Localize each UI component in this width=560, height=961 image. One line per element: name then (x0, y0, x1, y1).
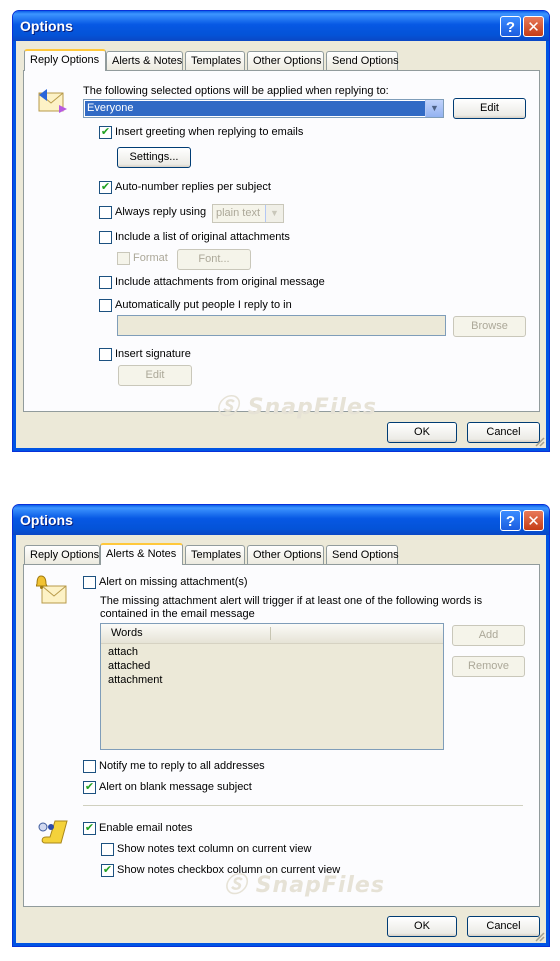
reply-options-panel: The following selected options will be a… (23, 70, 540, 420)
word-item[interactable]: attached (108, 660, 150, 672)
ok-button[interactable]: OK (387, 916, 457, 937)
tab-other-options[interactable]: Other Options (247, 545, 324, 564)
chevron-down-icon: ▼ (265, 205, 283, 222)
snapfiles-watermark: Ⓢ SnapFiles (216, 389, 377, 421)
auto-number-label: Auto-number replies per subject (115, 181, 271, 193)
reply-format-select[interactable]: plain text ▼ (212, 204, 284, 223)
alert-missing-label: Alert on missing attachment(s) (99, 576, 248, 588)
word-item[interactable]: attachment (108, 674, 162, 686)
show-notes-checkbox-checkbox[interactable]: ✔ (101, 864, 114, 877)
alerts-notes-panel: Alert on missing attachment(s) The missi… (23, 564, 540, 907)
browse-button[interactable]: Browse (453, 316, 526, 337)
column-divider[interactable] (270, 627, 271, 640)
auto-number-checkbox[interactable]: ✔ (99, 181, 112, 194)
always-reply-label: Always reply using (115, 206, 207, 218)
tab-send-options[interactable]: Send Options (326, 545, 399, 564)
enable-notes-label: Enable email notes (99, 822, 193, 834)
ok-button[interactable]: OK (387, 422, 457, 443)
recipient-select-value: Everyone (85, 101, 425, 116)
words-list-header[interactable]: Words (101, 624, 443, 644)
add-word-button[interactable]: Add (452, 625, 525, 646)
tab-alerts-notes[interactable]: Alerts & Notes (106, 51, 183, 70)
tab-templates[interactable]: Templates (185, 51, 245, 70)
alert-blank-subject-label: Alert on blank message subject (99, 781, 252, 793)
edit-recipients-button[interactable]: Edit (453, 98, 526, 119)
watermark-text: SnapFiles (255, 873, 385, 898)
show-notes-text-label: Show notes text column on current view (117, 843, 312, 855)
tab-alerts-notes[interactable]: Alerts & Notes (100, 543, 183, 565)
include-list-checkbox[interactable] (99, 231, 112, 244)
format-label: Format (133, 252, 168, 264)
tab-reply-options[interactable]: Reply Options (24, 545, 100, 564)
tab-templates[interactable]: Templates (185, 545, 245, 564)
format-checkbox[interactable] (117, 252, 130, 265)
cancel-button[interactable]: Cancel (467, 422, 540, 443)
intro-text: The following selected options will be a… (83, 85, 389, 97)
alert-missing-checkbox[interactable] (83, 576, 96, 589)
section-divider (83, 805, 523, 806)
email-notes-icon (38, 820, 68, 844)
auto-put-label: Automatically put people I reply to in (115, 299, 292, 311)
snapfiles-logo-icon: Ⓢ (224, 873, 248, 898)
alert-blank-subject-checkbox[interactable]: ✔ (83, 781, 96, 794)
insert-signature-checkbox[interactable] (99, 348, 112, 361)
edit-signature-button[interactable]: Edit (118, 365, 192, 386)
word-item[interactable]: attach (108, 646, 138, 658)
alert-description: The missing attachment alert will trigge… (100, 595, 483, 620)
watermark-text: SnapFiles (247, 395, 377, 420)
window-title: Options (20, 512, 73, 528)
alert-envelope-icon (36, 575, 67, 604)
tab-reply-options[interactable]: Reply Options (24, 49, 106, 71)
settings-button[interactable]: Settings... (117, 147, 191, 168)
recipient-select[interactable]: Everyone ▼ (83, 99, 444, 118)
words-column-header[interactable]: Words (111, 627, 143, 639)
include-list-label: Include a list of original attachments (115, 231, 290, 243)
font-button[interactable]: Font... (177, 249, 251, 270)
title-bar[interactable]: Options ? ✕ (13, 11, 549, 41)
help-button[interactable]: ? (500, 510, 521, 531)
include-attachments-checkbox[interactable] (99, 276, 112, 289)
options-dialog-reply: Options ? ✕ Reply Options Alerts & Notes… (12, 10, 550, 452)
snapfiles-watermark: Ⓢ SnapFiles (224, 867, 385, 899)
insert-greeting-label: Insert greeting when replying to emails (115, 126, 304, 138)
tab-other-options[interactable]: Other Options (247, 51, 324, 70)
chevron-down-icon[interactable]: ▼ (425, 100, 443, 117)
reply-format-value: plain text (216, 207, 261, 219)
options-dialog-alerts: Options ? ✕ Reply Options Alerts & Notes… (12, 504, 550, 947)
remove-word-button[interactable]: Remove (452, 656, 525, 677)
snapfiles-logo-icon: Ⓢ (216, 395, 240, 420)
show-notes-text-checkbox[interactable] (101, 843, 114, 856)
enable-notes-checkbox[interactable]: ✔ (83, 822, 96, 835)
resize-grip-icon[interactable] (533, 435, 545, 447)
resize-grip-icon[interactable] (533, 930, 545, 942)
include-attachments-label: Include attachments from original messag… (115, 276, 325, 288)
notify-reply-all-label: Notify me to reply to all addresses (99, 760, 265, 772)
title-bar[interactable]: Options ? ✕ (13, 505, 549, 535)
close-button[interactable]: ✕ (523, 510, 544, 531)
close-button[interactable]: ✕ (523, 16, 544, 37)
always-reply-checkbox[interactable] (99, 206, 112, 219)
auto-put-checkbox[interactable] (99, 299, 112, 312)
cancel-button[interactable]: Cancel (467, 916, 540, 937)
notify-reply-all-checkbox[interactable] (83, 760, 96, 773)
insert-greeting-checkbox[interactable]: ✔ (99, 126, 112, 139)
window-title: Options (20, 18, 73, 34)
tab-send-options[interactable]: Send Options (326, 51, 399, 70)
insert-signature-label: Insert signature (115, 348, 191, 360)
words-list[interactable]: Words attach attached attachment (100, 623, 444, 750)
help-button[interactable]: ? (500, 16, 521, 37)
reply-envelope-icon (38, 89, 67, 113)
auto-put-folder-field[interactable] (117, 315, 446, 336)
